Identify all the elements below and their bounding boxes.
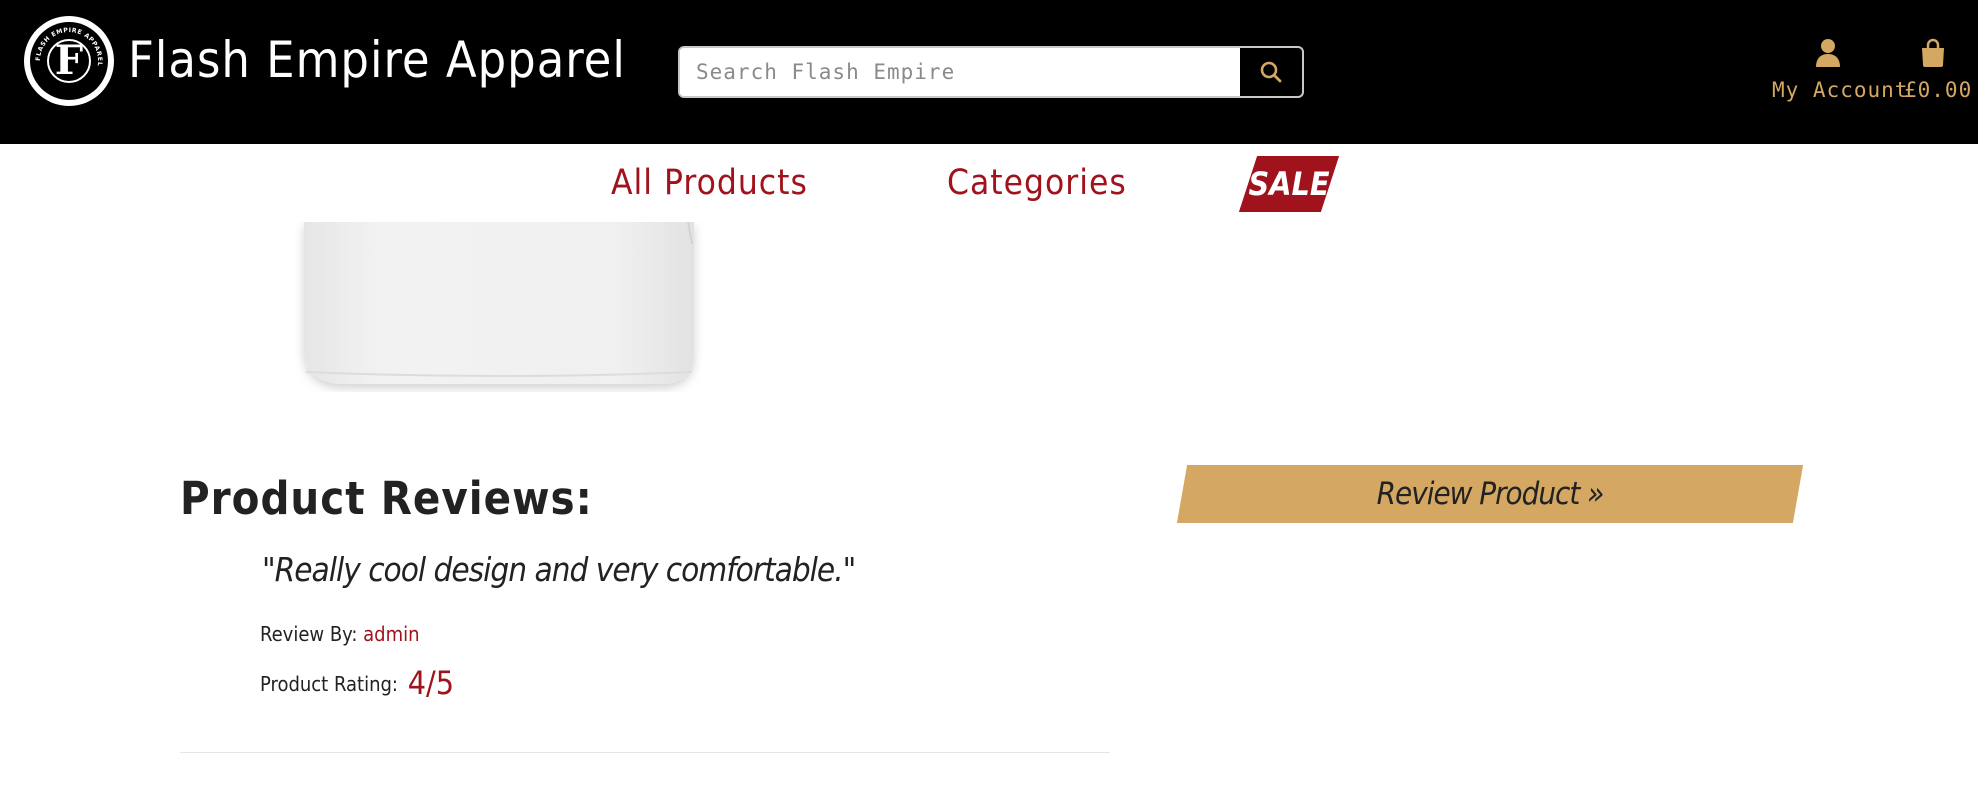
my-account-label: My Account [1772, 78, 1909, 102]
cart-link[interactable]: £0.00 [1904, 38, 1973, 108]
review-quote: "Really cool design and very comfortable… [262, 550, 856, 589]
review-author-line: Review By: admin [260, 622, 420, 646]
nav-all-products[interactable]: All Products [611, 162, 808, 204]
brand-name[interactable]: Flash Empire Apparel [128, 24, 626, 96]
search-input[interactable] [680, 48, 1238, 96]
my-account-link[interactable]: My Account [1772, 38, 1909, 108]
search-icon [1260, 61, 1282, 83]
tshirt-image [304, 222, 694, 384]
search-bar [678, 46, 1304, 98]
sale-label: SALE [1248, 165, 1330, 203]
reviews-heading: Product Reviews: [180, 472, 593, 525]
review-rating-line: Product Rating: 4/5 [260, 664, 454, 702]
nav-categories[interactable]: Categories [947, 162, 1127, 204]
rating-label: Product Rating: [260, 672, 398, 696]
search-button[interactable] [1240, 48, 1302, 96]
brand-logo[interactable]: FLASH EMPIRE APPAREL F [24, 16, 114, 106]
site-header: FLASH EMPIRE APPAREL F Flash Empire Appa… [0, 0, 1978, 144]
review-by-label: Review By: [260, 622, 358, 646]
product-image [290, 222, 720, 392]
review-author[interactable]: admin [363, 622, 419, 646]
rating-score: 4/5 [407, 664, 455, 702]
review-button-label: Review Product » [1376, 476, 1605, 512]
review-divider [180, 752, 1110, 753]
cart-total: £0.00 [1904, 78, 1973, 102]
logo-ring: FLASH EMPIRE APPAREL F [30, 22, 108, 100]
user-icon [1816, 39, 1840, 67]
nav-sale[interactable]: SALE [1234, 156, 1344, 212]
shopping-bag-icon [1922, 38, 1944, 67]
main-nav: All Products Categories SALE [0, 144, 1978, 222]
review-product-button[interactable]: Review Product » [1170, 465, 1810, 523]
logo-letter: F [54, 37, 84, 84]
